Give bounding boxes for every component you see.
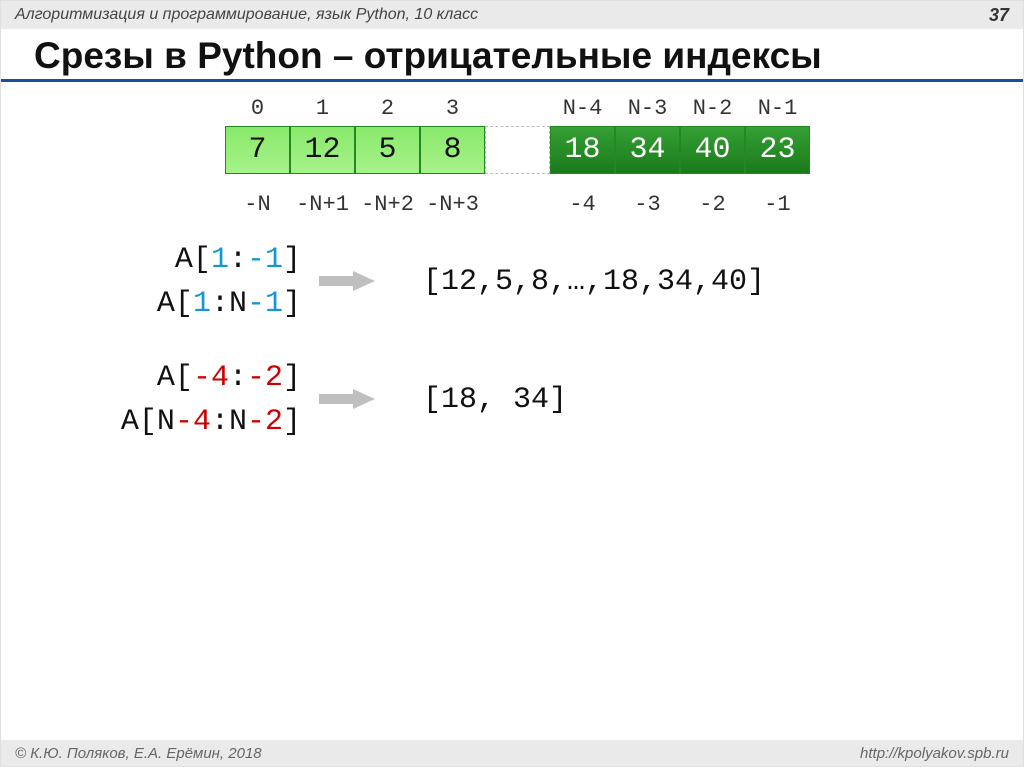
slide-header: Алгоритмизация и программирование, язык … <box>1 1 1023 29</box>
bot-idx: -N+1 <box>290 192 355 217</box>
array-cell: 34 <box>615 126 680 174</box>
array-cell: 23 <box>745 126 810 174</box>
slide-footer: © К.Ю. Поляков, Е.А. Ерёмин, 2018 http:/… <box>1 740 1023 766</box>
bot-idx: -N <box>225 192 290 217</box>
slide-title: Срезы в Python – отрицательные индексы <box>1 29 1023 79</box>
slice-expr-1a: A[1:-1] <box>81 238 301 282</box>
slice-expr-2a: A[-4:-2] <box>81 356 301 400</box>
array-gap <box>485 126 550 174</box>
array-cell: 8 <box>420 126 485 174</box>
array-cell: 7 <box>225 126 290 174</box>
bot-idx: -1 <box>745 192 810 217</box>
top-idx: N-3 <box>615 96 680 121</box>
slice-expr-2b: A[N-4:N-2] <box>81 400 301 444</box>
title-underline <box>1 79 1023 82</box>
arrow-icon <box>319 265 375 299</box>
bot-idx: -4 <box>550 192 615 217</box>
array-cell: 12 <box>290 126 355 174</box>
top-idx: N-1 <box>745 96 810 121</box>
top-idx-gap <box>485 96 550 121</box>
example-1: A[1:-1] A[1:N-1] [12,5,8,…,18,34,40] <box>81 238 765 326</box>
arrow-icon <box>319 383 375 417</box>
top-idx: 0 <box>225 96 290 121</box>
array-cell: 40 <box>680 126 745 174</box>
top-idx: 2 <box>355 96 420 121</box>
example-2: A[-4:-2] A[N-4:N-2] [18, 34] <box>81 356 765 444</box>
top-index-row: 0 1 2 3 N-4 N-3 N-2 N-1 <box>225 96 875 121</box>
slice-expr-1b: A[1:N-1] <box>81 282 301 326</box>
array-cell: 18 <box>550 126 615 174</box>
bot-idx-gap <box>485 192 550 217</box>
top-idx: N-4 <box>550 96 615 121</box>
array-cell: 5 <box>355 126 420 174</box>
top-idx: 1 <box>290 96 355 121</box>
footer-url: http://kpolyakov.spb.ru <box>860 745 1009 762</box>
bot-idx: -3 <box>615 192 680 217</box>
slice-result-2: [18, 34] <box>423 383 567 417</box>
bot-idx: -2 <box>680 192 745 217</box>
slice-result-1: [12,5,8,…,18,34,40] <box>423 265 765 299</box>
bottom-index-row: -N -N+1 -N+2 -N+3 -4 -3 -2 -1 <box>225 192 875 217</box>
footer-copyright: © К.Ю. Поляков, Е.А. Ерёмин, 2018 <box>15 745 262 762</box>
header-subject: Алгоритмизация и программирование, язык … <box>15 6 478 24</box>
top-idx: N-2 <box>680 96 745 121</box>
bot-idx: -N+3 <box>420 192 485 217</box>
page-number: 37 <box>989 5 1009 26</box>
array-row: 7 12 5 8 18 34 40 23 <box>225 126 875 174</box>
bot-idx: -N+2 <box>355 192 420 217</box>
top-idx: 3 <box>420 96 485 121</box>
